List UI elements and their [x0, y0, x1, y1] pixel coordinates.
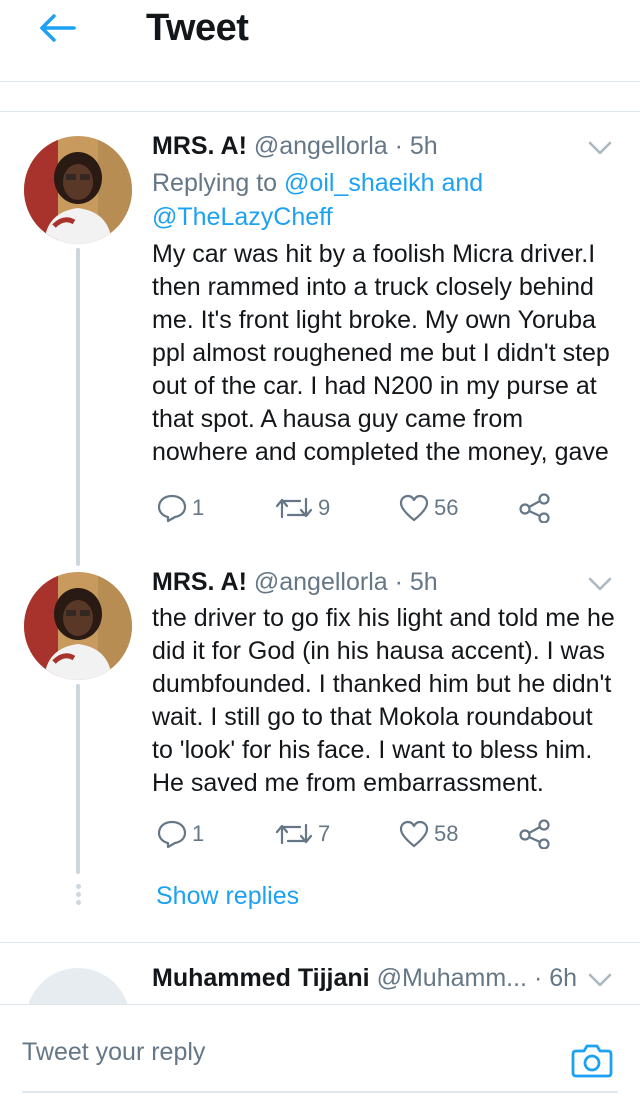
heart-icon [399, 494, 429, 522]
timestamp: 5h [409, 568, 438, 596]
tweet-actions: 1 9 56 [152, 492, 572, 524]
tweet-text-line: ppl almost roughened me but I didn't ste… [152, 339, 610, 367]
reply-count: 1 [192, 495, 205, 520]
mention-link[interactable]: @oil_shaeikh [284, 169, 434, 197]
reply-count: 1 [192, 821, 205, 846]
separator: · [533, 964, 543, 992]
thread-line [76, 684, 80, 874]
timestamp: 5h [409, 132, 438, 160]
avatar[interactable] [24, 136, 132, 244]
tweet-header: MRS. A! @angellorla · 5h [152, 568, 438, 597]
chevron-down-icon[interactable] [584, 968, 616, 992]
divider [0, 942, 640, 943]
share-button[interactable] [518, 492, 552, 524]
display-name[interactable]: Muhammed Tijjani [152, 964, 370, 992]
username[interactable]: @Muhamm... [377, 964, 527, 992]
tweet-text-line: dumbfounded. I thanked him but he didn't [152, 670, 612, 698]
tweet-text: the driver to go fix his light and told … [152, 602, 622, 800]
thread-dots [74, 884, 82, 912]
tweet-actions: 1 7 58 [152, 818, 572, 850]
username[interactable]: @angellorla [254, 132, 388, 160]
tweet-text-line: wait. I still go to that Mokola roundabo… [152, 703, 593, 731]
display-name[interactable]: MRS. A! [152, 568, 247, 596]
retweet-button[interactable]: 7 [274, 818, 330, 850]
replying-to-label: Replying to [152, 169, 285, 197]
tweet-text-line: me. It's front light broke. My own Yorub… [152, 306, 596, 334]
timestamp: 6h [549, 964, 578, 992]
previous-tweet-edge [0, 82, 640, 112]
like-count: 56 [434, 495, 459, 520]
camera-button[interactable] [570, 1039, 614, 1081]
reply-button[interactable]: 1 [156, 492, 204, 524]
reply-input[interactable] [22, 1029, 542, 1075]
tweet-text-line: My car was hit by a foolish Micra driver… [152, 240, 596, 268]
share-icon [519, 819, 550, 849]
tweet-text: My car was hit by a foolish Micra driver… [152, 238, 622, 469]
replying-to-and: and [434, 169, 484, 197]
like-count: 58 [434, 821, 459, 846]
share-button[interactable] [518, 818, 552, 850]
show-replies-link[interactable]: Show replies [156, 882, 299, 911]
separator: · [394, 132, 403, 160]
avatar[interactable] [24, 572, 132, 680]
thread-line [76, 248, 80, 566]
reply-button[interactable]: 1 [156, 818, 204, 850]
chevron-down-icon[interactable] [584, 572, 616, 596]
tweet-text-line: the driver to go fix his light and told … [152, 604, 615, 632]
next-tweet-header: Muhammed Tijjani @Muhamm... · 6h [152, 964, 577, 993]
tweet-text-line: that spot. A hausa guy came from [152, 405, 524, 433]
display-name[interactable]: MRS. A! [152, 132, 247, 160]
separator: · [394, 568, 403, 596]
tweet-text-line: then rammed into a truck closely behind [152, 273, 594, 301]
top-bar: Tweet [0, 0, 640, 82]
username[interactable]: @angellorla [254, 568, 388, 596]
tweet-text-line: did it for God (in his hausa accent). I … [152, 637, 605, 665]
like-button[interactable]: 56 [398, 492, 458, 524]
tweet-text-line: He saved me from embarrassment. [152, 769, 544, 797]
like-button[interactable]: 58 [398, 818, 458, 850]
mention-link[interactable]: @TheLazyCheff [152, 203, 333, 231]
tweet-text-line: to 'look' for his face. I want to bless … [152, 736, 593, 764]
reply-icon [157, 494, 187, 523]
arrow-left-icon [40, 14, 76, 42]
retweet-count: 9 [318, 495, 331, 520]
page-title: Tweet [146, 7, 249, 49]
reply-composer [0, 1004, 640, 1106]
heart-icon [399, 820, 429, 848]
retweet-icon [275, 823, 313, 845]
back-button[interactable] [30, 8, 86, 48]
composer-underline [22, 1091, 618, 1093]
camera-icon [571, 1044, 613, 1078]
retweet-count: 7 [318, 821, 331, 846]
retweet-icon [275, 497, 313, 519]
reply-icon [157, 820, 187, 849]
replying-to: Replying to @oil_shaeikh and @TheLazyChe… [152, 166, 592, 234]
tweet-text-line: nowhere and completed the money, gave [152, 438, 609, 466]
tweet-header: MRS. A! @angellorla · 5h [152, 132, 438, 161]
chevron-down-icon[interactable] [584, 136, 616, 160]
tweet-text-line: out of the car. I had N200 in my purse a… [152, 372, 597, 400]
retweet-button[interactable]: 9 [274, 492, 330, 524]
share-icon [519, 493, 550, 523]
